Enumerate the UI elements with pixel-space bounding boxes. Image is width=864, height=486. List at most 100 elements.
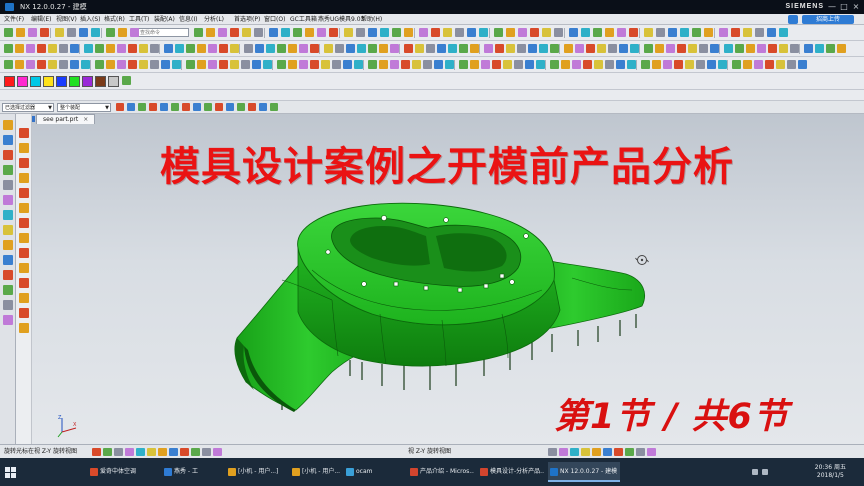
- color-brown-swatch[interactable]: [95, 76, 106, 87]
- toolbar-tool-icon[interactable]: [368, 60, 377, 69]
- resource-bar-icon[interactable]: [3, 120, 13, 130]
- toolbar-tool-icon[interactable]: [344, 28, 353, 37]
- toolbar-tool-icon[interactable]: [106, 60, 115, 69]
- snap-point-icon[interactable]: [226, 103, 234, 111]
- toolbar-tool-icon[interactable]: [186, 60, 195, 69]
- toolbar-tool-icon[interactable]: [208, 44, 217, 53]
- toolbar-tool-icon[interactable]: [692, 28, 701, 37]
- type-filter-dropdown[interactable]: 已选择过滤器 ▼: [2, 103, 54, 112]
- toolbar-tool-icon[interactable]: [554, 28, 563, 37]
- toolbar-tool-icon[interactable]: [175, 44, 184, 53]
- navigator-item-icon[interactable]: [19, 248, 29, 258]
- toolbar-tool-icon[interactable]: [423, 60, 432, 69]
- toolbar-tool-icon[interactable]: [765, 60, 774, 69]
- toolbar-tool-icon[interactable]: [707, 60, 716, 69]
- taskbar-clock[interactable]: 20:36 周五 2018/1/5: [815, 464, 846, 480]
- toolbar-tool-icon[interactable]: [67, 28, 76, 37]
- toolbar-tool-icon[interactable]: [269, 28, 278, 37]
- navigator-item-icon[interactable]: [19, 323, 29, 333]
- toolbar-tool-icon[interactable]: [481, 60, 490, 69]
- toolbar-tool-icon[interactable]: [680, 28, 689, 37]
- toolbar-tool-icon[interactable]: [59, 60, 68, 69]
- quick-access-icon[interactable]: [191, 448, 200, 456]
- toolbar-tool-icon[interactable]: [208, 60, 217, 69]
- color-purple-swatch[interactable]: [82, 76, 93, 87]
- toolbar-tool-icon[interactable]: [59, 44, 68, 53]
- toolbar-tool-icon[interactable]: [48, 60, 57, 69]
- toolbar-tool-icon[interactable]: [655, 44, 664, 53]
- toolbar-tool-icon[interactable]: [390, 44, 399, 53]
- snap-point-icon[interactable]: [270, 103, 278, 111]
- toolbar-tool-icon[interactable]: [16, 28, 25, 37]
- toolbar-tool-icon[interactable]: [542, 28, 551, 37]
- toolbar-tool-icon[interactable]: [252, 60, 261, 69]
- toolbar-tool-icon[interactable]: [735, 44, 744, 53]
- toolbar-tool-icon[interactable]: [392, 28, 401, 37]
- quick-access-icon[interactable]: [92, 448, 101, 456]
- toolbar-tool-icon[interactable]: [230, 60, 239, 69]
- volume-icon[interactable]: [762, 469, 768, 475]
- menu-view[interactable]: 视图(V): [56, 14, 77, 25]
- toolbar-tool-icon[interactable]: [4, 60, 13, 69]
- toolbar-tool-icon[interactable]: [605, 60, 614, 69]
- toolbar-tool-icon[interactable]: [299, 60, 308, 69]
- quick-access-icon[interactable]: [169, 448, 178, 456]
- toolbar-tool-icon[interactable]: [81, 60, 90, 69]
- quick-access-icon[interactable]: [614, 448, 623, 456]
- color-magenta-swatch[interactable]: [17, 76, 28, 87]
- toolbar-tool-icon[interactable]: [219, 60, 228, 69]
- toolbar-tool-icon[interactable]: [641, 60, 650, 69]
- toolbar-tool-icon[interactable]: [731, 28, 740, 37]
- toolbar-tool-icon[interactable]: [495, 44, 504, 53]
- taskbar-app-button[interactable]: 燕秀 - 工: [162, 462, 220, 482]
- toolbar-tool-icon[interactable]: [443, 28, 452, 37]
- toolbar-tool-icon[interactable]: [218, 28, 227, 37]
- snap-point-icon[interactable]: [171, 103, 179, 111]
- toolbar-tool-icon[interactable]: [779, 44, 788, 53]
- toolbar-tool-icon[interactable]: [455, 28, 464, 37]
- toolbar-tool-icon[interactable]: [230, 28, 239, 37]
- toolbar-tool-icon[interactable]: [48, 44, 57, 53]
- quick-access-icon[interactable]: [147, 448, 156, 456]
- toolbar-tool-icon[interactable]: [790, 44, 799, 53]
- toolbar-tool-icon[interactable]: [528, 44, 537, 53]
- toolbar-tool-icon[interactable]: [118, 28, 127, 37]
- color-grey-swatch[interactable]: [108, 76, 119, 87]
- toolbar-tool-icon[interactable]: [663, 60, 672, 69]
- toolbar-tool-icon[interactable]: [305, 28, 314, 37]
- quick-access-icon[interactable]: [570, 448, 579, 456]
- resource-bar-icon[interactable]: [3, 165, 13, 175]
- resource-bar-icon[interactable]: [3, 255, 13, 265]
- toolbar-tool-icon[interactable]: [310, 44, 319, 53]
- menu-file[interactable]: 文件(F): [4, 14, 24, 25]
- toolbar-tool-icon[interactable]: [448, 44, 457, 53]
- toolbar-tool-icon[interactable]: [470, 60, 479, 69]
- toolbar-tool-icon[interactable]: [768, 44, 777, 53]
- snap-point-icon[interactable]: [182, 103, 190, 111]
- toolbar-tool-icon[interactable]: [530, 28, 539, 37]
- toolbar-tool-icon[interactable]: [629, 28, 638, 37]
- snap-point-icon[interactable]: [116, 103, 124, 111]
- color-yellow-swatch[interactable]: [43, 76, 54, 87]
- toolbar-tool-icon[interactable]: [150, 44, 159, 53]
- toolbar-tool-icon[interactable]: [404, 28, 413, 37]
- menu-format[interactable]: 格式(R): [104, 14, 125, 25]
- quick-access-icon[interactable]: [136, 448, 145, 456]
- taskbar-app-button[interactable]: [小机 - 用户...]: [290, 462, 340, 482]
- menu-tools[interactable]: 工具(T): [129, 14, 149, 25]
- minimize-button[interactable]: —: [826, 0, 838, 14]
- toolbar-tool-icon[interactable]: [26, 44, 35, 53]
- snap-point-icon[interactable]: [138, 103, 146, 111]
- toolbar-tool-icon[interactable]: [437, 44, 446, 53]
- toolbar-tool-icon[interactable]: [255, 44, 264, 53]
- toolbar-tool-icon[interactable]: [84, 44, 93, 53]
- navigator-item-icon[interactable]: [19, 173, 29, 183]
- quick-access-icon[interactable]: [559, 448, 568, 456]
- maximize-button[interactable]: □: [838, 0, 850, 14]
- toolbar-tool-icon[interactable]: [798, 60, 807, 69]
- toolbar-tool-icon[interactable]: [581, 28, 590, 37]
- toolbar-tool-icon[interactable]: [804, 44, 813, 53]
- toolbar-tool-icon[interactable]: [139, 60, 148, 69]
- toolbar-tool-icon[interactable]: [346, 44, 355, 53]
- toolbar-tool-icon[interactable]: [368, 44, 377, 53]
